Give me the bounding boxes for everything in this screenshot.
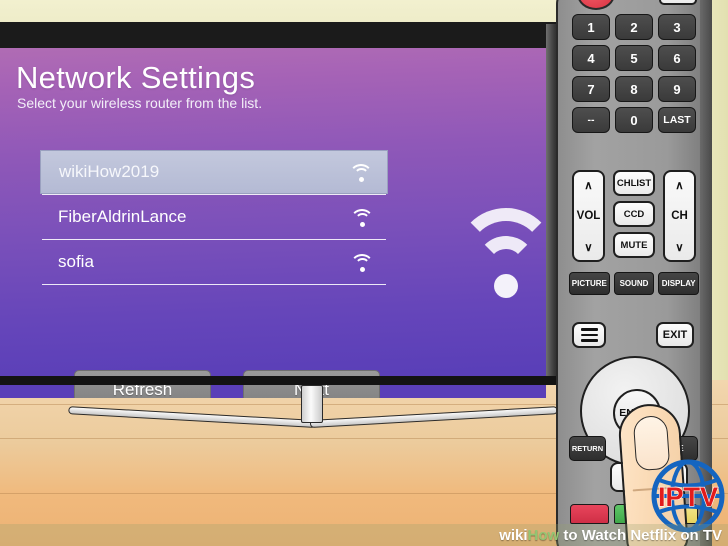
network-list-item-wikihow2019[interactable]: wikiHow2019 [40,150,388,194]
key-last[interactable]: LAST [658,107,696,133]
screenshot-root: Network Settings Select your wireless ro… [0,0,728,546]
channel-label: CH [671,210,688,222]
network-ssid-label: sofia [58,252,94,271]
red-color-button[interactable] [570,504,610,524]
tv-button[interactable]: TV [659,0,697,5]
key-5[interactable]: 5 [615,45,653,71]
exit-button[interactable]: EXIT [656,322,694,348]
volume-channel-row: ∧ VOL ∨ CHLIST CCD MUTE ∧ CH ∨ [572,170,696,262]
iptv-logo-text: IPTV [658,482,718,512]
picture-button[interactable]: PICTURE [569,272,610,295]
globe-icon: IPTV [651,459,725,533]
network-list-item-sofia[interactable]: sofia [40,240,388,284]
display-button[interactable]: DISPLAY [658,272,700,295]
center-button-column: CHLIST CCD MUTE [613,170,655,258]
key-0[interactable]: 0 [615,107,653,133]
network-list-item-fiberaldrinlance[interactable]: FiberAldrinLance [40,195,388,239]
key-7[interactable]: 7 [572,76,610,102]
chlist-button[interactable]: CHLIST [613,170,655,196]
hamburger-menu-icon[interactable] [572,322,606,348]
wifi-icon [350,208,374,227]
key-9[interactable]: 9 [658,76,696,102]
channel-down-icon[interactable]: ∨ [675,240,683,254]
key-dash[interactable]: -- [572,107,610,133]
key-1[interactable]: 1 [572,14,610,40]
network-ssid-label: FiberAldrinLance [58,207,187,226]
mute-button[interactable]: MUTE [613,232,655,258]
wikihow-watermark-bar: wikiHow to Watch Netflix on TV [0,524,728,546]
numeric-keypad: 1 2 3 4 5 6 7 8 9 -- 0 LAST [572,14,696,133]
page-title: Network Settings [16,60,256,95]
tv-bottom-bezel [0,376,560,385]
page-subtitle: Select your wireless router from the lis… [17,95,263,111]
volume-label: VOL [576,210,601,222]
key-4[interactable]: 4 [572,45,610,71]
return-button[interactable]: RETURN [569,436,606,461]
tv-body: Network Settings Select your wireless ro… [0,22,560,398]
tv-stand-post [301,385,323,423]
iptv-logo: IPTV [650,458,726,534]
wifi-icon [349,163,373,182]
picture-sound-display-row: PICTURE SOUND DISPLAY [569,272,700,295]
channel-rocker[interactable]: ∧ CH ∨ [663,170,696,262]
watermark-brand-how: How [527,526,560,544]
wifi-signal-icon [456,206,546,302]
key-6[interactable]: 6 [658,45,696,71]
network-ssid-label: wikiHow2019 [59,162,160,181]
key-2[interactable]: 2 [615,14,653,40]
ccd-button[interactable]: CCD [613,201,655,227]
sound-button[interactable]: SOUND [613,272,655,295]
watermark-brand-wiki: wiki [499,526,528,544]
volume-down-icon[interactable]: ∨ [584,240,592,254]
volume-up-icon[interactable]: ∧ [584,178,592,192]
wifi-icon [350,253,374,272]
watermark-caption: to Watch Netflix on TV [559,526,722,544]
power-button[interactable] [577,0,615,10]
channel-up-icon[interactable]: ∧ [675,178,683,192]
watermark-text: wikiHow to Watch Netflix on TV [499,527,722,544]
network-list: wikiHow2019 FiberAldrinLance sofia [40,150,388,285]
list-divider [42,284,386,285]
key-8[interactable]: 8 [615,76,653,102]
key-3[interactable]: 3 [658,14,696,40]
volume-rocker[interactable]: ∧ VOL ∨ [572,170,605,262]
tv-screen: Network Settings Select your wireless ro… [0,48,546,398]
